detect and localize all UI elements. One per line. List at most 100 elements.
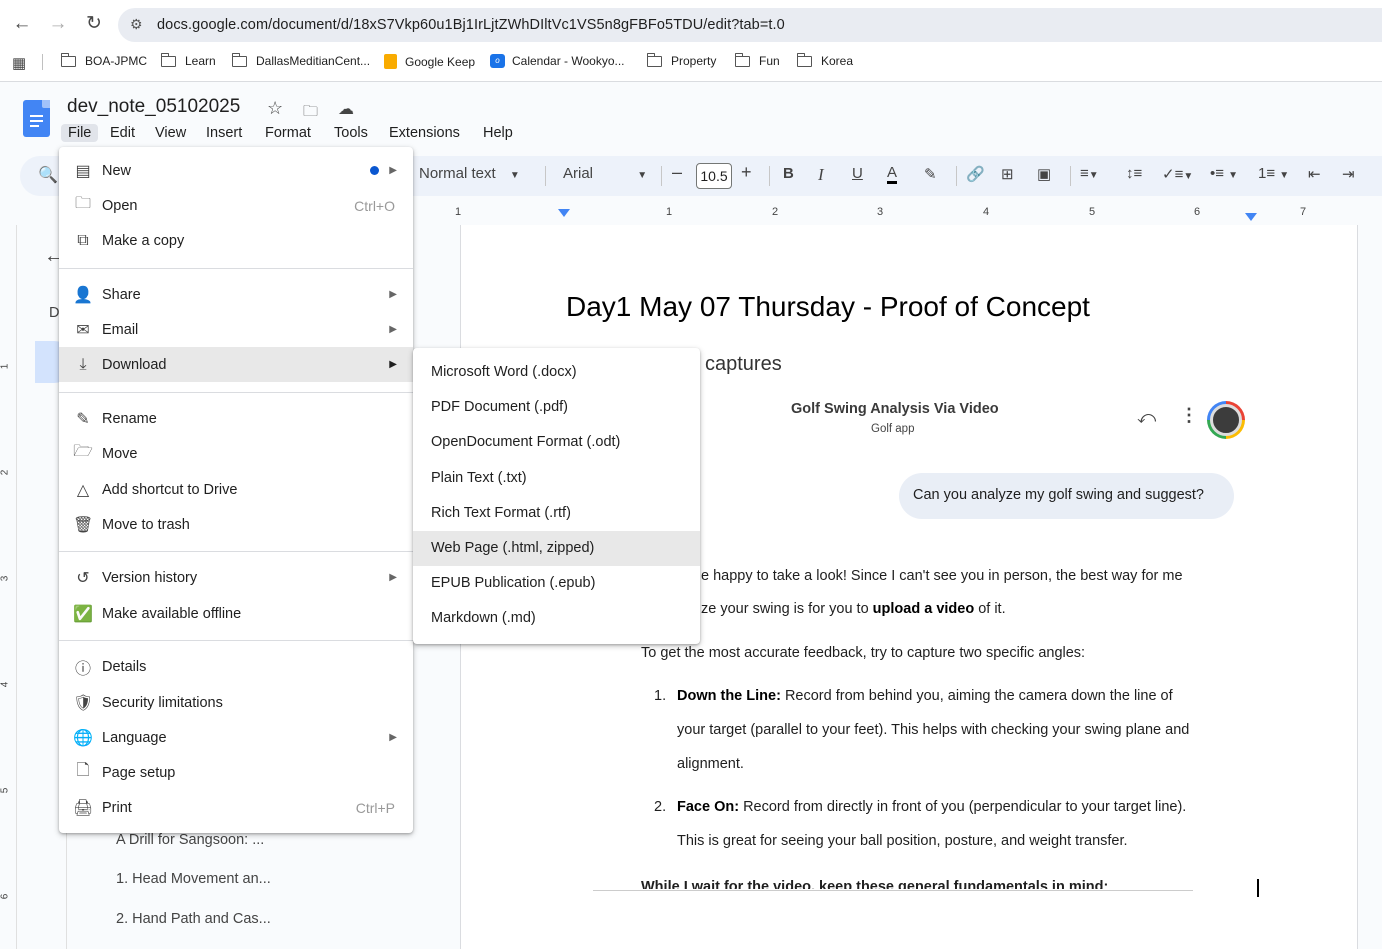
download-submenu: Microsoft Word (.docx) PDF Document (.pd… — [413, 348, 700, 644]
menu-item-label: Share — [102, 286, 141, 303]
forward-icon[interactable]: → — [46, 12, 70, 36]
align-icon[interactable]: ≡▼ — [1080, 165, 1099, 182]
card-subtitle: Golf app — [871, 423, 915, 435]
bullet-list-icon[interactable]: •≡ ▼ — [1210, 165, 1238, 182]
bookmark-fun[interactable]: Fun — [734, 52, 780, 68]
style-select[interactable]: Normal text ▼ — [419, 165, 520, 182]
reload-icon[interactable]: ↻ — [82, 12, 106, 36]
document-title[interactable]: dev_note_05102025 — [67, 96, 240, 118]
left-indent-marker[interactable] — [558, 209, 570, 217]
add-comment-icon[interactable]: ⊞ — [1001, 165, 1014, 183]
bookmark-google-keep[interactable]: Google Keep — [384, 54, 475, 69]
menu-tools[interactable]: Tools — [327, 124, 375, 142]
file-menu-open[interactable]: 🗀 Open Ctrl+O — [59, 188, 413, 223]
star-icon[interactable]: ☆ — [267, 98, 283, 119]
file-menu-offline[interactable]: ✅ Make available offline — [59, 596, 413, 631]
bookmark-property[interactable]: Property — [646, 52, 717, 68]
menu-insert[interactable]: Insert — [199, 124, 249, 142]
download-epub[interactable]: EPUB Publication (.epub) — [413, 566, 700, 601]
move-folder-icon[interactable]: 🗀 — [303, 101, 318, 126]
link-icon[interactable]: 🔗 — [966, 165, 985, 183]
decrease-font-size-icon[interactable]: – — [672, 162, 682, 183]
font-size-input[interactable]: 10.5 — [696, 163, 732, 189]
outline-item[interactable]: 2. Hand Path and Cas... — [116, 911, 271, 927]
highlight-icon[interactable]: ✎ — [924, 165, 937, 183]
new-feature-dot — [370, 166, 379, 175]
download-md[interactable]: Markdown (.md) — [413, 601, 700, 636]
docs-logo-icon[interactable] — [23, 100, 50, 137]
outline-item[interactable]: 1. Head Movement an... — [116, 871, 271, 887]
italic-icon[interactable]: I — [818, 165, 824, 185]
file-menu-page-setup[interactable]: 🗋 Page setup — [59, 755, 413, 790]
search-menus-icon[interactable]: 🔍 — [38, 165, 58, 185]
bookmark-korea[interactable]: Korea — [796, 52, 853, 68]
menu-file[interactable]: File — [61, 124, 99, 142]
apps-grid-icon[interactable]: ▦ — [12, 54, 26, 72]
chevron-down-icon: ▼ — [1228, 170, 1239, 181]
decrease-indent-icon[interactable]: ⇤ — [1308, 165, 1321, 183]
ruler-number: 6 — [0, 893, 11, 900]
underline-icon[interactable]: U — [852, 165, 863, 182]
file-menu-language[interactable]: 🌐 Language ▶ — [59, 720, 413, 755]
file-menu-move[interactable]: 🗁 Move — [59, 436, 413, 471]
menu-help[interactable]: Help — [476, 124, 520, 142]
text-color-icon[interactable]: A — [887, 165, 898, 184]
numbered-list-icon[interactable]: 1≡ ▼ — [1258, 165, 1289, 182]
file-menu-share[interactable]: 👤 Share ▶ — [59, 277, 413, 312]
menu-view[interactable]: View — [148, 124, 193, 142]
file-menu-download[interactable]: ⤓ Download ▶ — [59, 347, 413, 382]
download-rtf[interactable]: Rich Text Format (.rtf) — [413, 496, 700, 531]
insert-image-icon[interactable]: ▣ — [1037, 165, 1051, 183]
bookmark-dallas[interactable]: DallasMeditianCent... — [231, 52, 370, 68]
menu-item-label: Page setup — [102, 764, 176, 781]
increase-font-size-icon[interactable]: + — [741, 162, 752, 183]
file-menu-make-copy[interactable]: ⧉ Make a copy — [59, 223, 413, 258]
cloud-status-icon[interactable]: ☁ — [338, 99, 354, 119]
file-menu-version-history[interactable]: ↺ Version history ▶ — [59, 560, 413, 595]
bookmark-calendar[interactable]: o Calendar - Wookyo... — [490, 54, 625, 68]
file-menu-new[interactable]: ▤ New ▶ — [59, 153, 413, 188]
bookmark-learn[interactable]: Learn — [160, 52, 216, 68]
bookmarks-bar: ▦ BOA-JPMC Learn DallasMeditianCent... G… — [0, 50, 1382, 74]
text-cursor — [1257, 879, 1259, 897]
file-menu-print[interactable]: 🖨 Print Ctrl+P — [59, 790, 413, 825]
url-text[interactable]: docs.google.com/document/d/18xS7Vkp60u1B… — [157, 17, 785, 33]
copy-icon: ⧉ — [77, 231, 89, 249]
file-menu-trash[interactable]: 🗑 Move to trash — [59, 507, 413, 542]
bold-icon[interactable]: B — [783, 165, 794, 182]
folder-icon — [60, 52, 76, 67]
address-bar[interactable]: ⚙ docs.google.com/document/d/18xS7Vkp60u… — [118, 8, 1382, 42]
vertical-ruler[interactable]: 1 2 3 4 5 6 — [0, 225, 17, 949]
menu-extensions[interactable]: Extensions — [382, 124, 467, 142]
file-menu-security[interactable]: 🛡 Security limitations — [59, 685, 413, 720]
font-select[interactable]: Arial ▼ — [563, 165, 647, 182]
menu-edit[interactable]: Edit — [103, 124, 142, 142]
list-item-bold: Down the Line: — [677, 688, 781, 704]
outline-item[interactable]: A Drill for Sangsoon: ... — [116, 832, 264, 848]
back-icon[interactable]: ← — [10, 12, 34, 36]
download-pdf[interactable]: PDF Document (.pdf) — [413, 390, 700, 425]
menu-format[interactable]: Format — [258, 124, 318, 142]
line-spacing-icon[interactable]: ↕≡ — [1126, 165, 1142, 182]
info-icon: ⓘ — [74, 660, 91, 678]
download-html[interactable]: Web Page (.html, zipped) — [413, 531, 700, 566]
increase-indent-icon[interactable]: ⇥ — [1342, 165, 1355, 183]
submenu-arrow-icon: ▶ — [389, 572, 397, 583]
download-odt[interactable]: OpenDocument Format (.odt) — [413, 425, 700, 460]
horizontal-ruler[interactable]: 1 1 2 3 4 5 6 7 — [448, 205, 1382, 223]
download-docx[interactable]: Microsoft Word (.docx) — [413, 355, 700, 390]
chevron-down-icon: ▼ — [1279, 170, 1290, 181]
right-indent-marker[interactable] — [1245, 213, 1257, 221]
user-prompt-bubble: Can you analyze my golf swing and sugges… — [899, 473, 1234, 519]
bookmark-label: Property — [671, 54, 717, 68]
folder-icon — [160, 52, 176, 67]
file-menu-add-shortcut[interactable]: △ Add shortcut to Drive — [59, 472, 413, 507]
file-menu-details[interactable]: ⓘ Details — [59, 649, 413, 684]
file-menu-rename[interactable]: ✎ Rename — [59, 401, 413, 436]
file-menu-email[interactable]: ✉ Email ▶ — [59, 312, 413, 347]
site-info-icon[interactable]: ⚙ — [130, 16, 143, 33]
menu-item-label: Open — [102, 197, 138, 214]
download-txt[interactable]: Plain Text (.txt) — [413, 461, 700, 496]
bookmark-boa-jpmc[interactable]: BOA-JPMC — [60, 52, 147, 68]
checklist-icon[interactable]: ✓≡▼ — [1162, 165, 1193, 183]
